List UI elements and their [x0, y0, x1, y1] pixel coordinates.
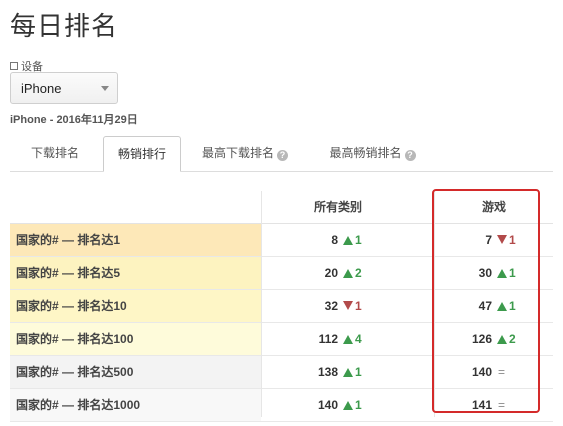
- rank-down-icon: [497, 235, 507, 244]
- rank-value: 138: [317, 365, 338, 379]
- rank-up-icon: [343, 368, 353, 377]
- table-row: 国家的# — 排名达100 112 4 126 2: [10, 323, 553, 356]
- rank-up-icon: [343, 269, 353, 278]
- ranking-table: 所有类别 游戏 国家的# — 排名达1 8 1 7 1 国家的# — 排名达5 20 2 30 1…: [10, 191, 553, 422]
- rank-value: 8: [331, 233, 338, 247]
- games-cell: 141 =: [456, 389, 505, 421]
- rank-down-icon: [343, 301, 353, 310]
- help-icon[interactable]: ?: [277, 150, 288, 161]
- table-header-row: 所有类别 游戏: [10, 191, 553, 224]
- all-categories-cell: 32 1: [302, 290, 362, 322]
- rank-unchanged: =: [498, 365, 506, 379]
- rank-change: 1: [355, 398, 362, 412]
- row-label: 国家的# — 排名达10: [10, 290, 261, 322]
- column-divider: [434, 191, 435, 417]
- table-row: 国家的# — 排名达5 20 2 30 1: [10, 257, 553, 290]
- table-row: 国家的# — 排名达10 32 1 47 1: [10, 290, 553, 323]
- rank-value: 47: [478, 299, 492, 313]
- tab-top-grossing[interactable]: 畅销排行: [103, 136, 181, 172]
- rank-value: 126: [471, 332, 492, 346]
- all-categories-cell: 140 1: [302, 389, 362, 421]
- all-categories-cell: 112 4: [302, 323, 362, 355]
- rank-value: 141: [471, 398, 492, 412]
- rank-up-icon: [343, 236, 353, 245]
- rank-unchanged: =: [498, 398, 506, 412]
- device-select[interactable]: iPhone: [10, 72, 118, 104]
- rank-up-icon: [497, 335, 507, 344]
- tab-label: 下载排名: [30, 146, 79, 160]
- tab-download-rank[interactable]: 下载排名: [10, 136, 100, 171]
- all-categories-cell: 20 2: [302, 257, 362, 289]
- rank-change: 1: [355, 233, 362, 247]
- date-line: iPhone - 2016年11月29日: [10, 114, 138, 126]
- row-label: 国家的# — 排名达1000: [10, 389, 261, 421]
- all-categories-cell: 138 1: [302, 356, 362, 388]
- rank-change: 1: [509, 233, 516, 247]
- rank-change: 2: [355, 266, 362, 280]
- rank-change: 1: [509, 266, 516, 280]
- device-select-value: iPhone: [21, 80, 62, 96]
- table-row: 国家的# — 排名达1000 140 1 141 =: [10, 389, 553, 422]
- games-cell: 30 1: [456, 257, 516, 289]
- rank-up-icon: [343, 401, 353, 410]
- row-label: 国家的# — 排名达100: [10, 323, 261, 355]
- rank-value: 32: [324, 299, 338, 313]
- tab-label: 畅销排行: [117, 147, 166, 161]
- games-cell: 126 2: [456, 323, 516, 355]
- games-cell: 47 1: [456, 290, 516, 322]
- rank-change: 1: [355, 299, 362, 313]
- row-label: 国家的# — 排名达500: [10, 356, 261, 388]
- device-checkbox-icon[interactable]: [10, 62, 18, 70]
- rank-value: 140: [317, 398, 338, 412]
- games-cell: 71: [456, 224, 516, 256]
- rank-up-icon: [497, 302, 507, 311]
- rank-up-icon: [497, 269, 507, 278]
- row-label: 国家的# — 排名达5: [10, 257, 261, 289]
- header-games[interactable]: 游戏: [434, 191, 554, 223]
- rank-value: 7: [485, 233, 492, 247]
- table-body: 国家的# — 排名达1 8 1 7 1 国家的# — 排名达5 20 2 30 1 国家的# — 排…: [10, 224, 553, 422]
- help-icon[interactable]: ?: [404, 150, 416, 161]
- row-label: 国家的# — 排名达1: [10, 224, 261, 256]
- tab-label: 最高畅销排名: [329, 146, 402, 160]
- rank-change: 1: [509, 299, 516, 313]
- ranking-tabs: 下载排名 畅销排行 最高下载排名? 最高畅销排名?: [10, 136, 553, 172]
- games-cell: 140 =: [456, 356, 505, 388]
- rank-change: 1: [355, 365, 362, 379]
- tab-highest-grossing-rank[interactable]: 最高畅销排名?: [315, 136, 430, 171]
- all-categories-cell: 81: [302, 224, 362, 256]
- tab-label: 最高下载排名: [201, 146, 274, 160]
- rank-change: 4: [355, 332, 362, 346]
- rank-value: 140: [471, 365, 492, 379]
- header-all-categories[interactable]: 所有类别: [261, 191, 415, 223]
- rank-up-icon: [343, 335, 353, 344]
- tab-highest-download-rank[interactable]: 最高下载排名?: [190, 136, 300, 171]
- rank-value: 30: [478, 266, 492, 280]
- page-title: 每日排名: [10, 11, 119, 41]
- table-row: 国家的# — 排名达500 138 1 140 =: [10, 356, 553, 389]
- column-divider: [261, 191, 262, 417]
- table-row: 国家的# — 排名达1 8 1 7 1: [10, 224, 553, 257]
- chevron-down-icon: [101, 86, 109, 91]
- daily-ranking-page: 每日排名 设备 iPhone iPhone - 2016年11月29日 下载排名…: [0, 0, 563, 426]
- rank-change: 2: [509, 332, 516, 346]
- rank-value: 112: [318, 332, 338, 346]
- rank-value: 20: [324, 266, 338, 280]
